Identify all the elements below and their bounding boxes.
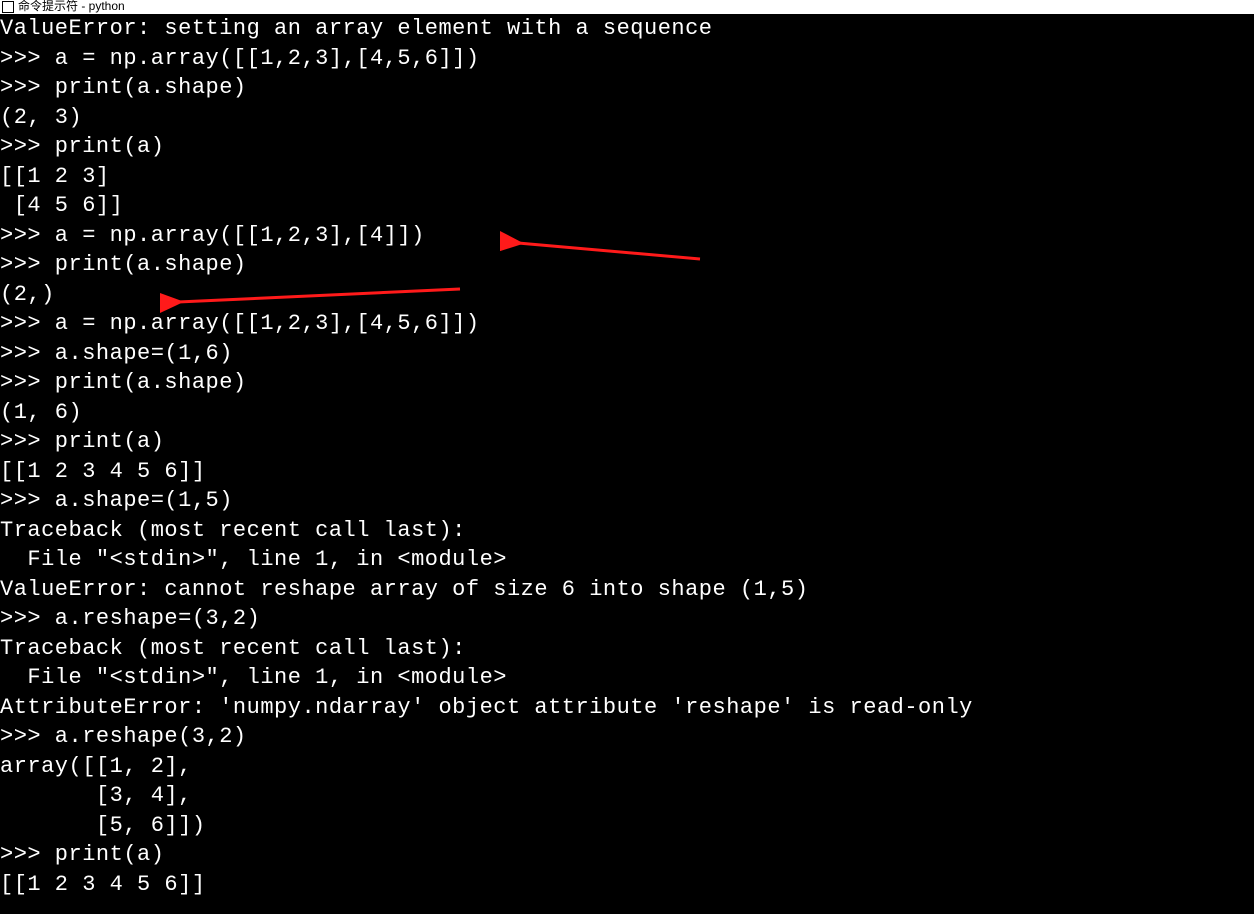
terminal-line: >>> print(a.shape) [0,368,1254,398]
terminal-line: File "<stdin>", line 1, in <module> [0,663,1254,693]
terminal-line: File "<stdin>", line 1, in <module> [0,545,1254,575]
terminal-line: >>> print(a.shape) [0,73,1254,103]
terminal-line: array([[1, 2], [0,752,1254,782]
terminal-line: [[1 2 3 4 5 6]] [0,457,1254,487]
terminal-line: >>> print(a.shape) [0,250,1254,280]
terminal-line: Traceback (most recent call last): [0,634,1254,664]
terminal-line: >>> print(a) [0,427,1254,457]
terminal-line: Traceback (most recent call last): [0,516,1254,546]
terminal-line: >>> print(a) [0,840,1254,870]
terminal-line: ValueError: cannot reshape array of size… [0,575,1254,605]
terminal-line: (1, 6) [0,398,1254,428]
terminal-output[interactable]: ValueError: setting an array element wit… [0,14,1254,914]
terminal-line: [[1 2 3 4 5 6]] [0,870,1254,900]
terminal-line: AttributeError: 'numpy.ndarray' object a… [0,693,1254,723]
window-titlebar: 命令提示符 - python [0,0,1254,14]
terminal-line: >>> a = np.array([[1,2,3],[4]]) [0,221,1254,251]
terminal-line: (2,) [0,280,1254,310]
terminal-line: (2, 3) [0,103,1254,133]
terminal-line: [5, 6]]) [0,811,1254,841]
terminal-line: >>> print(a) [0,132,1254,162]
terminal-line: [[1 2 3] [0,162,1254,192]
terminal-line: >>> a.shape=(1,6) [0,339,1254,369]
terminal-line: [3, 4], [0,781,1254,811]
terminal-line: >>> a.shape=(1,5) [0,486,1254,516]
terminal-line: ValueError: setting an array element wit… [0,14,1254,44]
terminal-line: [4 5 6]] [0,191,1254,221]
terminal-line: >>> a = np.array([[1,2,3],[4,5,6]]) [0,309,1254,339]
terminal-line: >>> a.reshape=(3,2) [0,604,1254,634]
terminal-line: >>> a = np.array([[1,2,3],[4,5,6]]) [0,44,1254,74]
window-icon [2,1,14,13]
terminal-line: >>> a.reshape(3,2) [0,722,1254,752]
